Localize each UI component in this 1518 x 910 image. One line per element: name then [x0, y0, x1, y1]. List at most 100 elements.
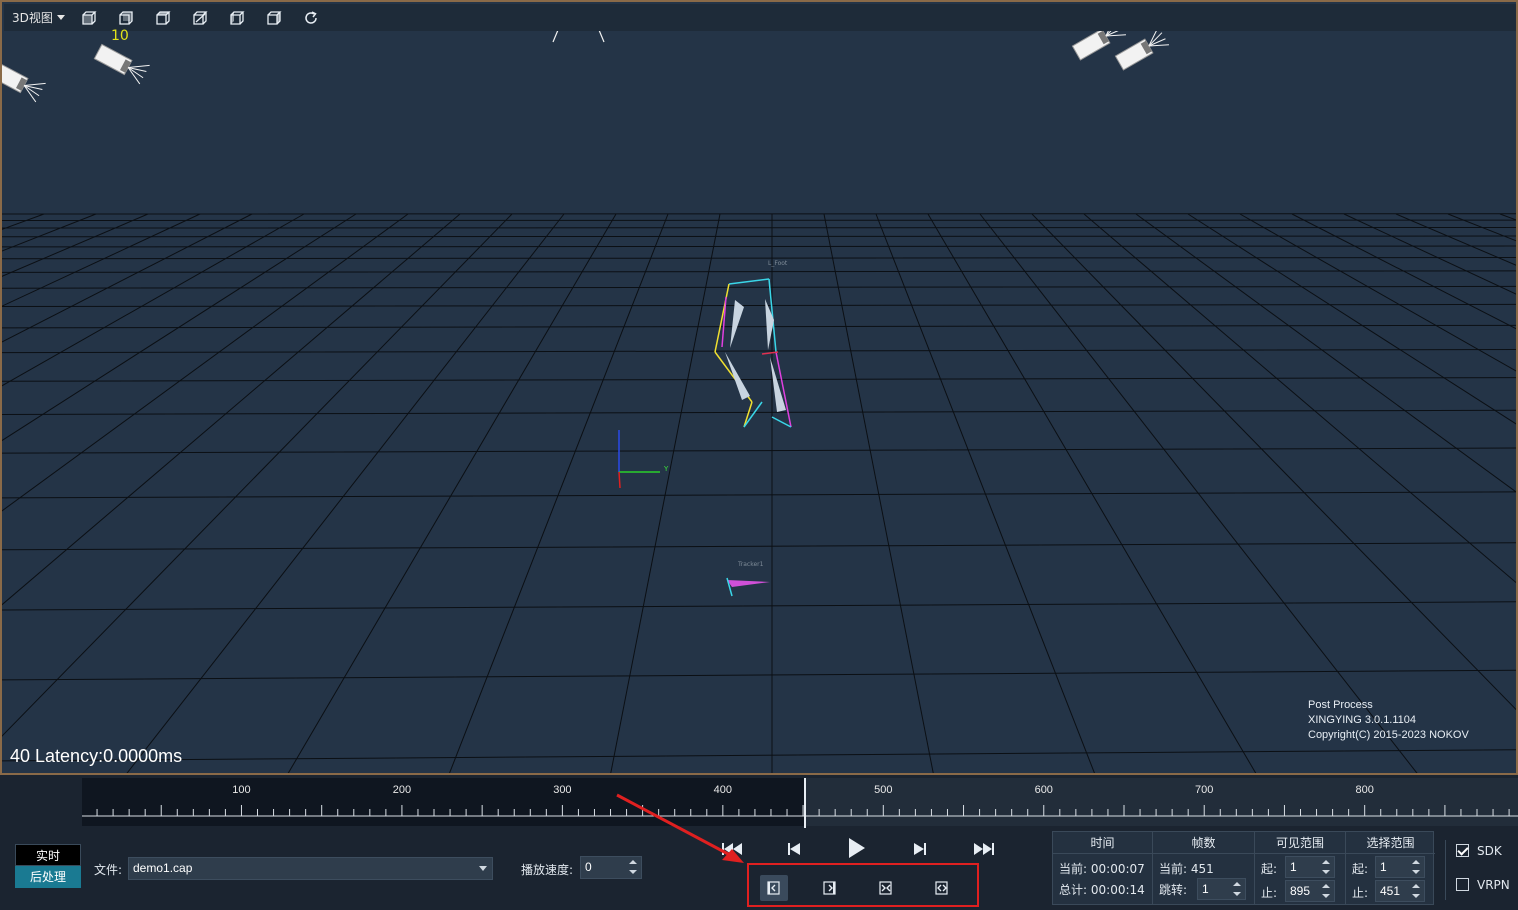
vrpn-checkbox[interactable]	[1456, 878, 1469, 891]
select-start-spinbox[interactable]: 1	[1375, 856, 1425, 878]
scene-canvas[interactable]	[2, 2, 1516, 773]
view-mode-dropdown[interactable]: 3D视图	[12, 9, 65, 26]
camera-ray	[598, 29, 605, 43]
grid-line	[2, 245, 1516, 248]
grid-line	[823, 213, 934, 773]
select-start-value: 1	[1380, 860, 1387, 874]
chevron-down-icon	[56, 15, 65, 20]
skeleton-bone	[728, 278, 770, 285]
play-button[interactable]	[842, 836, 870, 860]
annotation-highlight-box	[747, 863, 979, 907]
timeline-tick-label: 700	[1195, 784, 1214, 796]
speed-value: 0	[585, 860, 592, 874]
time-current-value: 00:00:07	[1090, 862, 1145, 876]
skip-to-start-button[interactable]	[718, 837, 746, 861]
grid-line	[2, 213, 149, 277]
cube-back-icon[interactable]	[114, 7, 138, 29]
spin-down-icon[interactable]	[1412, 894, 1420, 898]
time-total-value: 00:00:14	[1090, 883, 1145, 897]
step-back-icon	[788, 843, 800, 855]
camera-ray	[1148, 32, 1163, 47]
post-process-mode-button[interactable]: 后处理	[15, 866, 81, 888]
live-mode-button[interactable]: 实时	[15, 844, 81, 866]
skeleton-segment	[725, 352, 750, 400]
visible-start-value: 1	[1290, 860, 1297, 874]
grid-line	[2, 257, 1516, 260]
timeline[interactable]: 100 200 300 400 500 600 700 800	[82, 778, 1518, 828]
skeleton-segment	[730, 300, 744, 348]
visible-end-spinbox[interactable]: 895	[1285, 880, 1335, 902]
grid-line	[287, 213, 617, 773]
grid-line	[2, 285, 1516, 289]
spin-up-icon[interactable]	[1233, 882, 1241, 886]
jump-frame-spinbox[interactable]: 1	[1197, 878, 1246, 900]
spin-down-icon[interactable]	[1233, 892, 1241, 896]
visible-end-label: 止:	[1261, 886, 1278, 900]
timeline-tick-label: 400	[713, 784, 733, 796]
view-mode-label: 3D视图	[12, 11, 53, 25]
spin-up-icon[interactable]	[1412, 884, 1420, 888]
spin-down-icon[interactable]	[1412, 870, 1420, 874]
chevron-down-icon	[479, 866, 487, 871]
grid-line	[2, 213, 253, 343]
spin-down-icon[interactable]	[629, 870, 637, 874]
timeline-tick-label: 800	[1355, 784, 1374, 796]
step-back-button[interactable]	[780, 837, 808, 861]
cube-top-icon[interactable]	[151, 7, 175, 29]
frames-current-value: 451	[1190, 862, 1214, 876]
visible-end-value: 895	[1290, 884, 1311, 898]
cube-left-icon[interactable]	[225, 7, 249, 29]
visible-start-spinbox[interactable]: 1	[1285, 856, 1335, 878]
tracker-name-label: Tracker1	[738, 561, 764, 568]
skip-to-end-icon	[974, 843, 994, 855]
timeline-ticks	[82, 805, 1518, 817]
skip-to-end-button[interactable]	[970, 837, 998, 861]
divider	[1445, 840, 1446, 900]
3d-viewport[interactable]: 3D视图 10 L_Foot Tracker1 Y 40 Latency:0.0…	[0, 0, 1518, 775]
camera-ray	[552, 29, 559, 43]
cube-front-icon[interactable]	[77, 7, 101, 29]
grid-line	[2, 213, 461, 606]
stats-panel: 时间 当前: 00:00:07 总计: 00:00:14 帧数 当前: 451 …	[1052, 831, 1435, 905]
select-end-spinbox[interactable]: 451	[1375, 880, 1425, 902]
spin-down-icon[interactable]	[1322, 870, 1330, 874]
grid-line	[2, 542, 1516, 551]
timeline-tick-label: 300	[553, 784, 572, 796]
speed-spinbox[interactable]: 0	[580, 856, 642, 879]
visible-range-column: 可见范围 起: 1 止: 895	[1255, 832, 1346, 904]
spin-up-icon[interactable]	[1322, 860, 1330, 864]
grid-line	[2, 303, 1516, 308]
play-icon	[849, 838, 865, 858]
spin-up-icon[interactable]	[1322, 884, 1330, 888]
grid-line	[2, 213, 201, 307]
skip-to-start-icon	[722, 843, 742, 855]
tracker-body	[727, 580, 770, 587]
timeline-tick-label: 500	[874, 784, 893, 796]
grid-line	[610, 213, 721, 773]
timeline-cursor[interactable]	[803, 778, 806, 828]
grid-line	[2, 491, 1516, 499]
cube-right-icon[interactable]	[262, 7, 286, 29]
axis-x	[618, 471, 621, 489]
skeleton-segment	[765, 299, 774, 350]
file-select[interactable]: demo1.cap	[128, 857, 493, 880]
grid-line	[2, 213, 357, 442]
skeleton-bone	[721, 296, 727, 348]
grid-line	[1239, 213, 1516, 372]
world-axes	[618, 430, 660, 489]
sdk-label: SDK	[1477, 844, 1502, 858]
file-label: 文件:	[94, 863, 123, 877]
spin-up-icon[interactable]	[1412, 860, 1420, 864]
sdk-checkbox[interactable]	[1456, 844, 1469, 857]
axis-y-label: Y	[664, 465, 669, 473]
frames-current-row: 当前: 451	[1159, 860, 1214, 877]
select-end-label: 止:	[1352, 886, 1369, 900]
spin-down-icon[interactable]	[1322, 894, 1330, 898]
time-total-label: 总计:	[1059, 883, 1088, 897]
skeleton-model	[714, 278, 792, 428]
refresh-icon[interactable]	[299, 7, 323, 29]
cube-bottom-icon[interactable]	[188, 7, 212, 29]
visible-start-label: 起:	[1261, 862, 1278, 876]
spin-up-icon[interactable]	[629, 860, 637, 864]
step-forward-button[interactable]	[906, 837, 934, 861]
